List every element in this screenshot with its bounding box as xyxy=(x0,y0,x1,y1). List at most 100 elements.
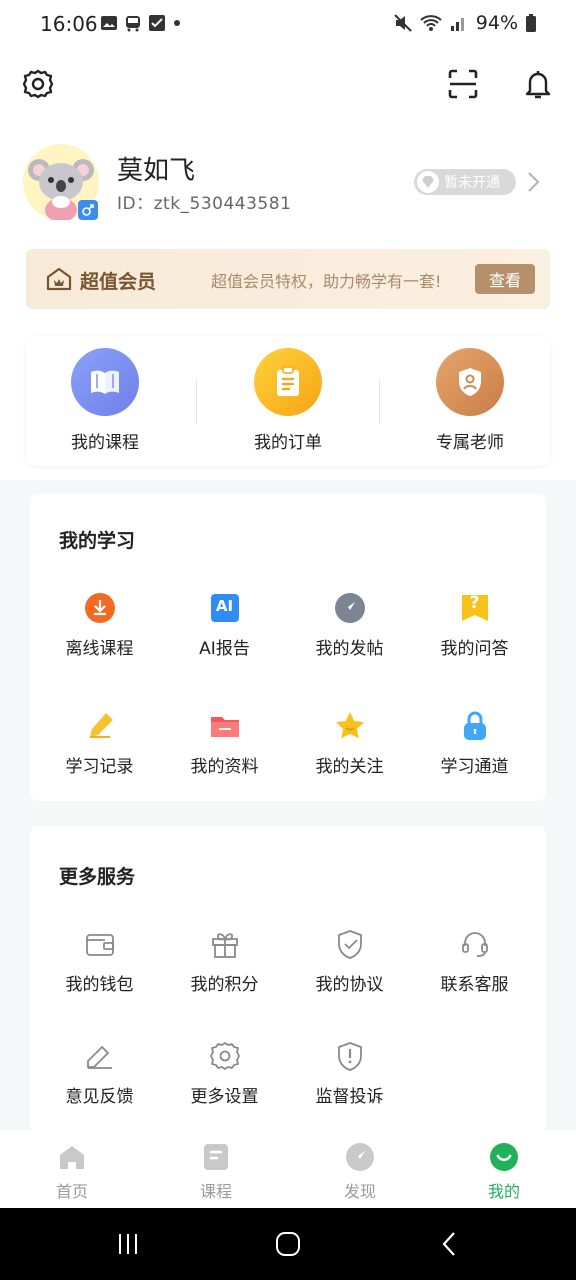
tab-label: 发现 xyxy=(343,1182,376,1201)
ai-icon: AI xyxy=(209,592,241,624)
item-label: 意见反馈 xyxy=(65,1087,134,1107)
service-item-wallet[interactable]: 我的钱包 xyxy=(37,928,162,995)
study-item-offline-courses[interactable]: 离线课程 xyxy=(37,592,162,659)
status-bar: 16:06 94% xyxy=(0,0,576,48)
feedback-icon xyxy=(84,1040,116,1072)
check-box-icon xyxy=(149,15,165,31)
item-label: 我的钱包 xyxy=(65,975,134,995)
study-item-my-materials[interactable]: 我的资料 xyxy=(162,710,287,777)
back-button[interactable] xyxy=(430,1228,470,1260)
wallet-icon xyxy=(84,928,116,960)
tab-label: 首页 xyxy=(55,1182,88,1201)
settings-icon xyxy=(209,1040,241,1072)
star-icon xyxy=(334,710,366,742)
avatar[interactable] xyxy=(23,144,99,222)
crown-house-icon xyxy=(46,267,72,291)
diamond-icon xyxy=(417,171,439,193)
question-badge-text: ? xyxy=(469,593,480,613)
tab-courses[interactable]: 课程 xyxy=(166,1142,266,1202)
clipboard-icon xyxy=(254,348,322,416)
signal-icon xyxy=(450,18,464,31)
super-member-banner[interactable]: 超值会员 超值会员特权，助力畅学有一套! 查看 xyxy=(26,249,550,309)
gallery-icon xyxy=(101,16,117,30)
item-label: 学习记录 xyxy=(65,757,134,777)
male-icon xyxy=(82,204,94,216)
quick-label: 我的课程 xyxy=(71,433,139,453)
scan-button[interactable] xyxy=(446,67,480,101)
study-item-learning-channel[interactable]: 学习通道 xyxy=(412,710,537,777)
study-item-ai-report[interactable]: AI AI报告 xyxy=(162,592,287,659)
quick-item-my-courses[interactable]: 我的课程 xyxy=(35,348,175,453)
service-item-points[interactable]: 我的积分 xyxy=(162,928,287,995)
item-label: 更多设置 xyxy=(190,1087,259,1107)
status-right: 94% xyxy=(394,12,536,34)
tab-discover[interactable]: 发现 xyxy=(310,1142,410,1202)
notifications-button[interactable] xyxy=(521,67,555,101)
gender-badge xyxy=(78,200,98,220)
study-item-learning-record[interactable]: 学习记录 xyxy=(37,710,162,777)
recent-apps-button[interactable] xyxy=(108,1228,148,1260)
divider xyxy=(379,380,380,424)
home-circle-icon xyxy=(276,1232,300,1256)
item-label: AI报告 xyxy=(199,639,250,659)
complaint-shield-icon xyxy=(334,1040,366,1072)
book-icon xyxy=(71,348,139,416)
gift-icon xyxy=(209,928,241,960)
tab-label: 我的 xyxy=(487,1182,520,1201)
home-button[interactable] xyxy=(268,1228,308,1260)
banner-description: 超值会员特权，助力畅学有一套! xyxy=(211,272,442,291)
divider xyxy=(196,380,197,424)
bell-icon xyxy=(525,71,551,99)
tab-label: 课程 xyxy=(199,1182,232,1201)
scan-icon xyxy=(448,69,478,99)
status-time: 16:06 xyxy=(40,12,98,36)
teacher-shield-icon xyxy=(436,348,504,416)
view-button[interactable]: 查看 xyxy=(475,264,535,294)
lock-icon xyxy=(459,710,491,742)
tab-home[interactable]: 首页 xyxy=(22,1142,122,1202)
home-icon xyxy=(57,1142,87,1172)
battery-percent: 94% xyxy=(475,12,518,34)
study-item-my-qa[interactable]: ? 我的问答 xyxy=(412,592,537,659)
item-label: 我的关注 xyxy=(315,757,384,777)
section-title: 我的学习 xyxy=(59,530,136,552)
folder-icon xyxy=(209,710,241,742)
service-item-agreement[interactable]: 我的协议 xyxy=(287,928,412,995)
service-item-feedback[interactable]: 意见反馈 xyxy=(37,1040,162,1107)
user-name: 莫如飞 xyxy=(117,156,196,186)
user-id: ID：ztk_530443581 xyxy=(117,194,292,214)
tab-me[interactable]: 我的 xyxy=(454,1142,554,1202)
item-label: 学习通道 xyxy=(440,757,509,777)
chevron-right-icon[interactable] xyxy=(524,170,544,194)
my-study-section: 我的学习 离线课程 AI AI报告 我的发帖 ? 我的问答 学习记录 我的资料 … xyxy=(30,494,546,801)
app-screen: 16:06 94% 莫如飞 ID：ztk_530443581 暂未开通 超值会员… xyxy=(0,0,576,1208)
more-services-section: 更多服务 我的钱包 我的积分 我的协议 联系客服 意见反馈 更多设置 监督投诉 xyxy=(30,826,546,1132)
notification-icons xyxy=(100,14,182,32)
mute-icon xyxy=(394,14,412,32)
quick-item-my-orders[interactable]: 我的订单 xyxy=(218,348,358,453)
study-item-my-posts[interactable]: 我的发帖 xyxy=(287,592,412,659)
me-icon xyxy=(489,1142,519,1172)
study-item-my-follows[interactable]: 我的关注 xyxy=(287,710,412,777)
system-navigation-bar xyxy=(0,1208,576,1280)
item-label: 我的资料 xyxy=(190,757,259,777)
section-title: 更多服务 xyxy=(59,866,136,888)
vip-status-badge[interactable]: 暂未开通 xyxy=(414,169,516,195)
settings-button[interactable] xyxy=(21,67,55,101)
item-label: 联系客服 xyxy=(440,975,509,995)
service-item-complaint[interactable]: 监督投诉 xyxy=(287,1040,412,1107)
service-item-customer-service[interactable]: 联系客服 xyxy=(412,928,537,995)
question-icon: ? xyxy=(459,592,491,624)
recent-apps-icon xyxy=(119,1234,137,1254)
bus-icon xyxy=(126,16,140,32)
battery-icon xyxy=(526,14,536,32)
item-label: 我的问答 xyxy=(440,639,509,659)
compass-icon xyxy=(334,592,366,624)
wifi-icon xyxy=(420,15,442,31)
bottom-tab-bar: 首页 课程 发现 我的 xyxy=(0,1130,576,1208)
service-item-more-settings[interactable]: 更多设置 xyxy=(162,1040,287,1107)
quick-label: 我的订单 xyxy=(254,433,322,453)
back-icon xyxy=(442,1232,455,1256)
download-icon xyxy=(84,592,116,624)
quick-item-exclusive-teacher[interactable]: 专属老师 xyxy=(400,348,540,453)
